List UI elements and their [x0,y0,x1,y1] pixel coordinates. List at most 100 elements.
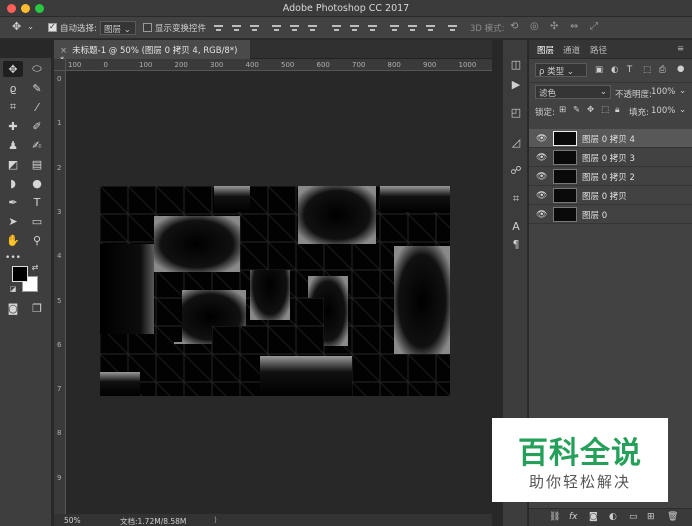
foreground-color-swatch[interactable] [12,266,28,282]
lock-position-icon[interactable]: ✥ [587,105,594,115]
tab-paths[interactable]: 路径 [590,44,607,56]
dodge-tool-icon[interactable]: ● [27,175,47,191]
distribute-top-icon[interactable] [332,23,341,33]
layer-name[interactable]: 图层 0 拷贝 4 [582,133,635,145]
blend-mode-dropdown[interactable]: 滤色 ⌄ [535,85,611,99]
type-tool-icon[interactable]: T [27,194,47,210]
tab-layers[interactable]: 图层 [537,44,554,56]
eye-icon[interactable]: 👁︎ [536,191,547,201]
layer-row[interactable]: 👁︎ 图层 0 拷贝 4 [529,129,692,148]
move-tool-icon[interactable]: ✥ [3,61,23,77]
show-transform-checkbox[interactable] [143,23,152,32]
fill-chevron-icon[interactable]: ⌄ [679,105,686,115]
filter-toggle-icon[interactable]: ● [677,64,684,74]
quick-mask-icon[interactable]: ◙ [3,300,23,316]
panel-menu-icon[interactable]: ≡ [677,44,684,54]
add-mask-icon[interactable]: ◙ [589,512,598,522]
canvas-image[interactable] [100,186,450,396]
properties-panel-icon[interactable]: ☍ [507,164,525,180]
close-tab-icon[interactable]: × [60,46,67,56]
3d-scale-icon[interactable]: ⤢ [590,21,598,32]
distribute-left-icon[interactable] [390,23,399,33]
adjustment-layer-icon[interactable]: ◐ [609,512,617,522]
auto-select-checkbox[interactable] [48,22,57,32]
brush-tool-icon[interactable]: ✐ [27,118,47,134]
align-hcenter-icon[interactable] [290,23,299,33]
document-workspace[interactable] [66,72,492,514]
quick-select-tool-icon[interactable]: ✎ [27,80,47,96]
filter-pixel-icon[interactable]: ▣ [595,65,603,75]
3d-roll-icon[interactable]: ◎ [530,21,539,32]
filter-shape-icon[interactable]: ⬚ [643,65,651,75]
more-tools-icon[interactable]: ••• [3,250,23,266]
layer-filter-dropdown[interactable]: ρ 类型 ⌄ [535,63,587,77]
filter-adjustment-icon[interactable]: ◐ [611,65,618,75]
align-right-icon[interactable] [308,23,317,33]
navigator-panel-icon[interactable]: ⌗ [507,192,525,208]
3d-slide-icon[interactable]: ⇔ [570,21,578,32]
clone-stamp-tool-icon[interactable]: ♟ [3,137,23,153]
pen-tool-icon[interactable]: ✒ [3,194,23,210]
default-colors-icon[interactable]: ◪ [8,284,18,294]
layer-row[interactable]: 👁︎ 图层 0 [529,205,692,224]
document-size[interactable]: 文档:1.72M/8.58M [120,516,186,526]
adjustments-panel-icon[interactable]: ◿ [507,136,525,152]
align-left-icon[interactable] [272,23,281,33]
layer-row[interactable]: 👁︎ 图层 0 拷贝 3 [529,148,692,167]
align-top-icon[interactable] [214,23,223,33]
hand-tool-icon[interactable]: ✋ [3,232,23,248]
gradient-tool-icon[interactable]: ▤ [27,156,47,172]
lasso-tool-icon[interactable]: ϱ [3,80,23,96]
filter-type-icon[interactable]: T [627,65,632,75]
character-panel-icon[interactable]: A [507,220,525,236]
marquee-tool-icon[interactable]: ⬭ [27,61,47,77]
blur-tool-icon[interactable]: ◗ [3,175,23,191]
crop-tool-icon[interactable]: ⌗ [3,99,23,115]
swap-colors-icon[interactable]: ⇄ [30,262,40,272]
history-brush-tool-icon[interactable]: ✍ [27,137,47,153]
layer-row[interactable]: 👁︎ 图层 0 拷贝 [529,186,692,205]
layer-name[interactable]: 图层 0 拷贝 3 [582,152,635,164]
opacity-chevron-icon[interactable]: ⌄ [679,86,686,96]
align-bottom-icon[interactable] [250,23,259,33]
new-layer-icon[interactable]: ⊞ [647,512,655,522]
actions-panel-icon[interactable]: ▶ [507,78,525,94]
healing-brush-tool-icon[interactable]: ✚ [3,118,23,134]
fx-icon[interactable]: fx [569,512,578,522]
lock-artboard-icon[interactable]: ⬚ [601,105,609,115]
distribute-bottom-icon[interactable] [368,23,377,33]
eyedropper-tool-icon[interactable]: ⁄ [27,99,47,115]
move-tool-icon[interactable]: ✥ [12,20,21,33]
tool-preset-chevron-icon[interactable]: ⌄ [27,22,34,32]
lock-all-icon[interactable]: 🔒︎ [615,105,620,115]
lock-image-icon[interactable]: ✎ [573,105,580,115]
layer-name[interactable]: 图层 0 拷贝 2 [582,171,635,183]
lock-transparent-icon[interactable]: ⊞ [559,105,566,115]
layer-row[interactable]: 👁︎ 图层 0 拷贝 2 [529,167,692,186]
delete-layer-icon[interactable]: 🗑︎ [667,512,678,522]
status-menu-icon[interactable]: ⟩ [214,515,217,524]
zoom-level[interactable]: 50% [64,516,81,525]
tab-channels[interactable]: 通道 [563,44,580,56]
libraries-panel-icon[interactable]: ◰ [507,106,525,122]
eraser-tool-icon[interactable]: ◩ [3,156,23,172]
layer-name[interactable]: 图层 0 拷贝 [582,190,627,202]
distribute-right-icon[interactable] [426,23,435,33]
distribute-hcenter-icon[interactable] [408,23,417,33]
link-layers-icon[interactable]: ⛓ [549,512,560,522]
3d-pan-icon[interactable]: ✣ [550,21,558,32]
path-select-tool-icon[interactable]: ➤ [3,213,23,229]
eye-icon[interactable]: 👁︎ [536,134,547,144]
paragraph-panel-icon[interactable]: ¶ [507,238,525,254]
document-tab[interactable]: ×未标题-1 @ 50% (图层 0 拷贝 4, RGB/8*) * [54,40,250,66]
eye-icon[interactable]: 👁︎ [536,210,547,220]
zoom-tool-icon[interactable]: ⚲ [27,232,47,248]
auto-select-dropdown[interactable]: 图层 ⌄ [100,21,136,35]
ruler-origin[interactable] [54,59,66,71]
distribute-vcenter-icon[interactable] [350,23,359,33]
rectangle-tool-icon[interactable]: ▭ [27,213,47,229]
align-vcenter-icon[interactable] [232,23,241,33]
layer-name[interactable]: 图层 0 [582,209,607,221]
history-panel-icon[interactable]: ◫ [507,58,525,74]
filter-smart-object-icon[interactable]: ⎙ [659,65,666,75]
